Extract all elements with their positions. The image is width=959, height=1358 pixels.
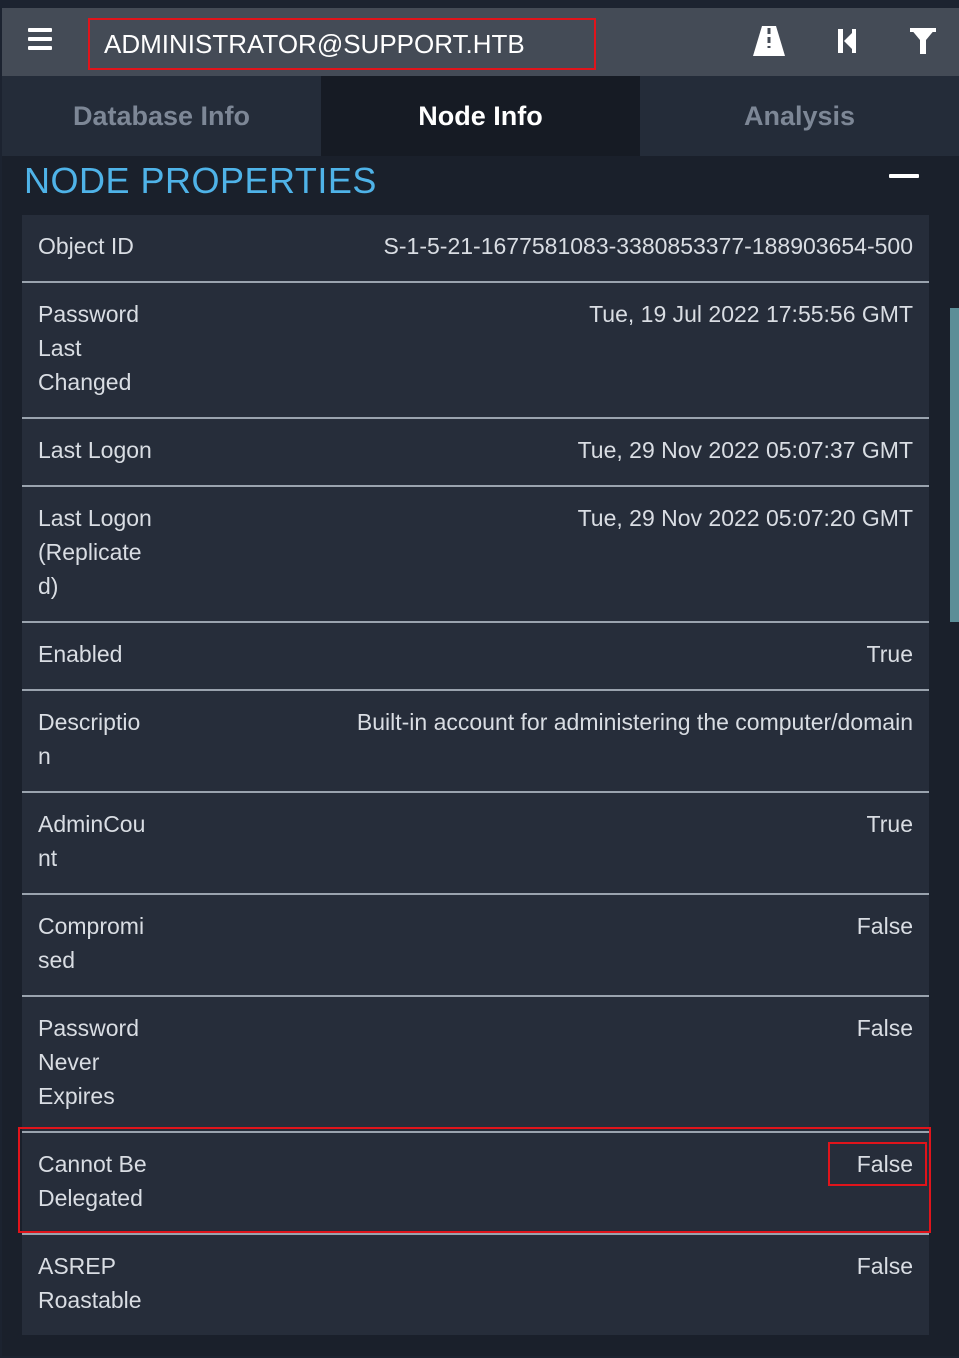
- property-key: Object ID: [38, 233, 134, 259]
- properties-table: Object ID S-1-5-21-1677581083-3380853377…: [22, 215, 929, 1335]
- table-row: Last Logon (Replicated) Tue, 29 Nov 2022…: [22, 487, 929, 623]
- property-value: False: [856, 1015, 913, 1041]
- table-row: Password Last Changed Tue, 19 Jul 2022 1…: [22, 283, 929, 419]
- property-key: Password Never Expires: [38, 1015, 139, 1109]
- section-title: NODE PROPERTIES: [24, 160, 377, 201]
- table-row: ASREP Roastable False: [22, 1235, 929, 1335]
- property-key: Compromised: [38, 913, 145, 973]
- top-toolbar: [2, 8, 959, 76]
- property-key: AdminCount: [38, 811, 146, 871]
- property-value: False: [856, 1253, 913, 1279]
- property-key: Cannot Be Delegated: [38, 1151, 147, 1211]
- property-value: False: [856, 913, 913, 939]
- property-key: Last Logon (Replicated): [38, 505, 152, 599]
- property-key: Description: [38, 709, 141, 769]
- property-value: Tue, 29 Nov 2022 05:07:37 GMT: [577, 437, 913, 463]
- tab-database-info[interactable]: Database Info: [2, 76, 321, 156]
- property-value: S-1-5-21-1677581083-3380853377-188903654…: [383, 233, 913, 259]
- table-row: Password Never Expires False: [22, 997, 929, 1133]
- road-path-icon[interactable]: [752, 24, 786, 58]
- node-search-input[interactable]: [88, 18, 596, 70]
- hamburger-menu-icon[interactable]: [28, 28, 52, 50]
- property-value: Tue, 29 Nov 2022 05:07:20 GMT: [577, 505, 913, 531]
- scrollbar-thumb[interactable]: [950, 308, 959, 622]
- property-value: False: [856, 1151, 913, 1177]
- property-value: Built-in account for administering the c…: [356, 709, 913, 735]
- table-row: Last Logon Tue, 29 Nov 2022 05:07:37 GMT: [22, 419, 929, 487]
- table-row: Description Built-in account for adminis…: [22, 691, 929, 793]
- node-info-panel: Database Info Node Info Analysis NODE PR…: [2, 8, 959, 1356]
- filter-funnel-icon[interactable]: [906, 24, 940, 58]
- node-properties-header[interactable]: NODE PROPERTIES: [22, 158, 919, 210]
- table-row: Object ID S-1-5-21-1677581083-3380853377…: [22, 215, 929, 283]
- panel-tabs: Database Info Node Info Analysis: [2, 76, 959, 156]
- property-key: ASREP Roastable: [38, 1253, 142, 1313]
- table-row: Compromised False: [22, 895, 929, 997]
- skip-back-icon[interactable]: [834, 24, 868, 58]
- property-key: Last Logon: [38, 437, 152, 463]
- property-value: True: [866, 641, 913, 667]
- property-key: Enabled: [38, 641, 123, 667]
- tab-analysis[interactable]: Analysis: [640, 76, 959, 156]
- property-key: Password Last Changed: [38, 301, 139, 395]
- table-row: AdminCount True: [22, 793, 929, 895]
- property-value: Tue, 19 Jul 2022 17:55:56 GMT: [589, 301, 913, 327]
- tab-node-info[interactable]: Node Info: [321, 76, 640, 156]
- minus-icon[interactable]: [889, 172, 919, 180]
- table-row: Cannot Be Delegated False: [22, 1133, 929, 1235]
- table-row: Enabled True: [22, 623, 929, 691]
- property-value: True: [866, 811, 913, 837]
